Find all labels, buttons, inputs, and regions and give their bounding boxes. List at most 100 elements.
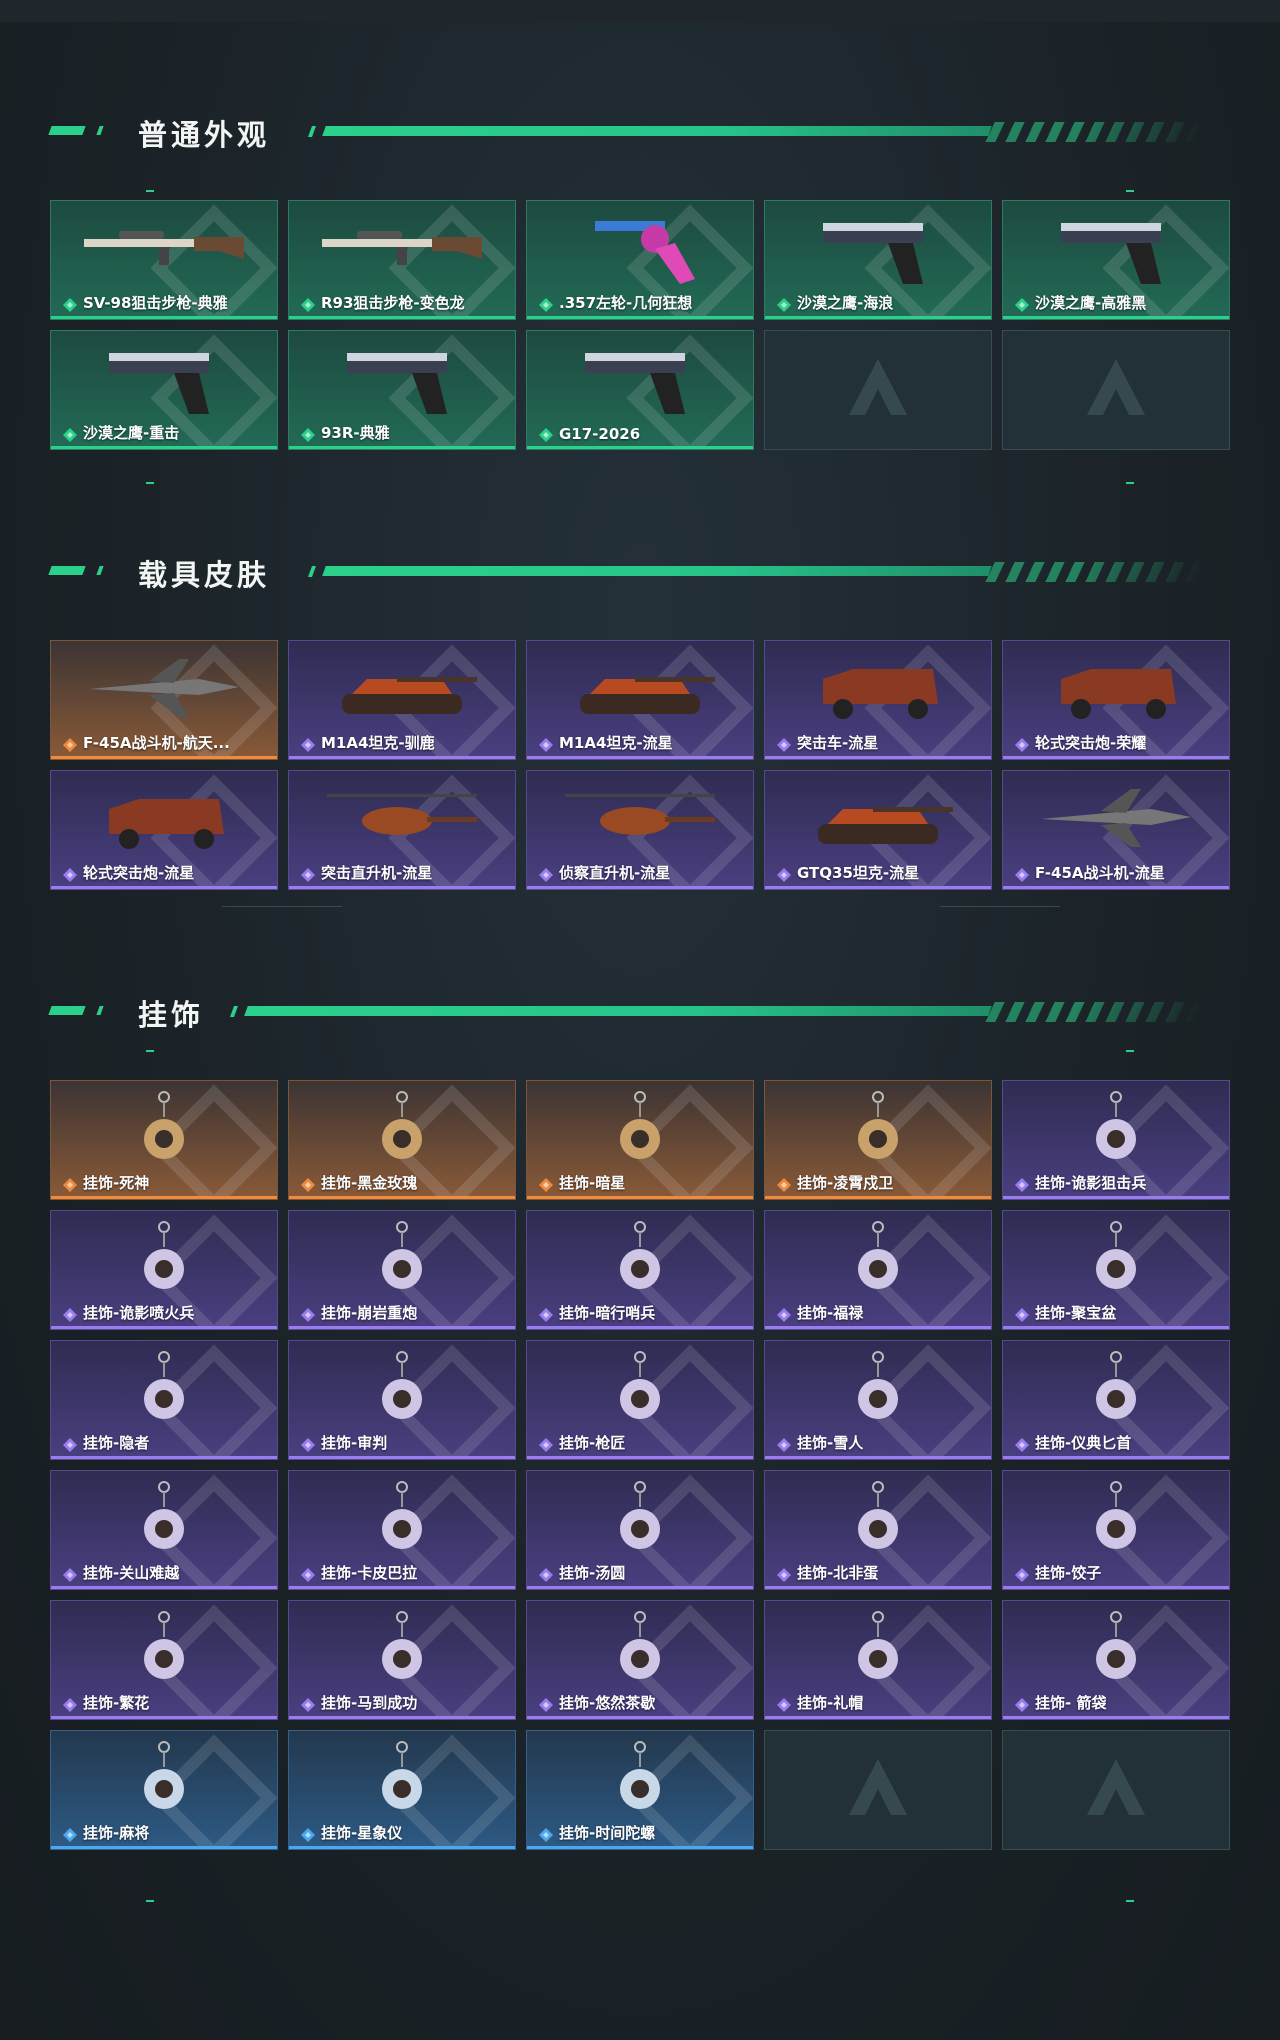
charm-item-card[interactable]: 挂饰-麻将 [50,1730,278,1850]
charm-item-card[interactable]: 挂饰-诡影狙击兵 [1002,1080,1230,1200]
charm-item-card[interactable]: 挂饰-悠然茶歇 [526,1600,754,1720]
vehicle-item-card[interactable]: GTQ35坦克-流星 [764,770,992,890]
weapon-item-card[interactable]: 沙漠之鹰-重击 [50,330,278,450]
charm-item-card[interactable]: 挂饰-仪典匕首 [1002,1340,1230,1460]
rarity-diamond-icon [1015,1177,1029,1192]
item-label: 挂饰-黑金玫瑰 [321,1174,418,1192]
header-checker [985,122,1205,142]
vehicle-item-card[interactable]: F-45A战斗机-航天... [50,640,278,760]
charm-icon [79,1219,249,1303]
rarity-diamond-icon [63,427,77,442]
charm-icon [555,1089,725,1173]
charm-item-card[interactable]: 挂饰-汤圆 [526,1470,754,1590]
charm-item-card[interactable]: 挂饰-饺子 [1002,1470,1230,1590]
charm-item-card[interactable]: 挂饰-崩岩重炮 [288,1210,516,1330]
charm-item-card[interactable]: 挂饰-卡皮巴拉 [288,1470,516,1590]
rarity-bar [765,1716,991,1719]
vehicle-item-card[interactable]: 轮式突击炮-荣耀 [1002,640,1230,760]
charm-item-card[interactable]: 挂饰-关山难越 [50,1470,278,1590]
item-label: 挂饰-北非蛋 [797,1564,879,1582]
charm-item-card[interactable]: 挂饰-繁花 [50,1600,278,1720]
weapon-item-card[interactable]: SV-98狙击步枪-典雅 [50,200,278,320]
rarity-bar [289,756,515,759]
charm-item-card[interactable]: 挂饰-福禄 [764,1210,992,1330]
rarity-bar [51,756,277,759]
charm-item-card[interactable]: 挂饰-黑金玫瑰 [288,1080,516,1200]
item-label: 轮式突击炮-荣耀 [1035,734,1147,752]
rarity-bar [765,1586,991,1589]
charm-item-card[interactable]: 挂饰-星象仪 [288,1730,516,1850]
charm-item-card[interactable]: 挂饰-死神 [50,1080,278,1200]
charm-item-card[interactable]: 挂饰-时间陀螺 [526,1730,754,1850]
weapon-item-card[interactable]: 沙漠之鹰-高雅黑 [1002,200,1230,320]
vehicle-item-card[interactable]: 突击直升机-流星 [288,770,516,890]
weapon-item-card[interactable]: 93R-典雅 [288,330,516,450]
charm-item-card[interactable]: 挂饰-礼帽 [764,1600,992,1720]
rarity-diamond-icon [63,1307,77,1322]
rarity-diamond-icon [301,1307,315,1322]
item-label: 挂饰-审判 [321,1434,388,1452]
charm-icon [317,1349,487,1433]
rarity-bar [765,316,991,319]
charm-item-card[interactable]: 挂饰-马到成功 [288,1600,516,1720]
rarity-bar [289,886,515,889]
charm-item-card[interactable]: 挂饰-诡影喷火兵 [50,1210,278,1330]
rarity-diamond-icon [1015,867,1029,882]
weapon-item-card[interactable]: .357左轮-几何狂想 [526,200,754,320]
armored-car-icon [79,779,249,863]
rarity-diamond-icon [777,297,791,312]
empty-slot [764,330,992,450]
vehicle-item-card[interactable]: 突击车-流星 [764,640,992,760]
charm-item-card[interactable]: 挂饰- 箭袋 [1002,1600,1230,1720]
charm-icon [317,1089,487,1173]
tank-icon [555,649,725,733]
helicopter-icon [555,779,725,863]
divider-line [940,906,1060,907]
section-header-weapon: 普通外观 [0,110,1280,152]
charm-item-card[interactable]: 挂饰-北非蛋 [764,1470,992,1590]
charm-item-card[interactable]: 挂饰-暗星 [526,1080,754,1200]
section-header-vehicle: 载具皮肤 [0,550,1280,592]
rarity-bar [527,1586,753,1589]
helicopter-icon [317,779,487,863]
corner-marker [146,482,154,484]
rarity-diamond-icon [777,1697,791,1712]
placeholder-logo-icon [843,1753,913,1827]
rarity-bar [527,1846,753,1849]
rarity-bar [1003,1326,1229,1329]
weapon-item-card[interactable]: G17-2026 [526,330,754,450]
item-label: 挂饰-聚宝盆 [1035,1304,1117,1322]
section-title-vehicle: 载具皮肤 [138,558,271,592]
rarity-bar [1003,886,1229,889]
charm-item-card[interactable]: 挂饰-审判 [288,1340,516,1460]
item-label: 挂饰-麻将 [83,1824,150,1842]
rarity-bar [765,1196,991,1199]
rarity-diamond-icon [63,297,77,312]
rarity-bar [51,1456,277,1459]
rarity-bar [51,446,277,449]
vehicle-item-card[interactable]: M1A4坦克-流星 [526,640,754,760]
charm-item-card[interactable]: 挂饰-聚宝盆 [1002,1210,1230,1330]
vehicle-item-card[interactable]: M1A4坦克-驯鹿 [288,640,516,760]
charm-item-card[interactable]: 挂饰-雪人 [764,1340,992,1460]
item-label: 挂饰- 箭袋 [1035,1694,1107,1712]
weapon-item-card[interactable]: R93狙击步枪-变色龙 [288,200,516,320]
tank-icon [793,779,963,863]
placeholder-logo-icon [1081,1753,1151,1827]
charm-icon [317,1609,487,1693]
charm-icon [555,1349,725,1433]
rarity-bar [51,1586,277,1589]
vehicle-item-card[interactable]: 轮式突击炮-流星 [50,770,278,890]
charm-item-card[interactable]: 挂饰-隐者 [50,1340,278,1460]
vehicle-item-card[interactable]: 侦察直升机-流星 [526,770,754,890]
vehicle-item-card[interactable]: F-45A战斗机-流星 [1002,770,1230,890]
charm-item-card[interactable]: 挂饰-暗行哨兵 [526,1210,754,1330]
charm-item-card[interactable]: 挂饰-凌霄戍卫 [764,1080,992,1200]
rarity-bar [527,1326,753,1329]
rarity-diamond-icon [1015,1567,1029,1582]
rarity-diamond-icon [777,737,791,752]
weapon-item-card[interactable]: 沙漠之鹰-海浪 [764,200,992,320]
header-accent [96,566,104,575]
charm-item-card[interactable]: 挂饰-枪匠 [526,1340,754,1460]
header-bar [322,566,992,576]
